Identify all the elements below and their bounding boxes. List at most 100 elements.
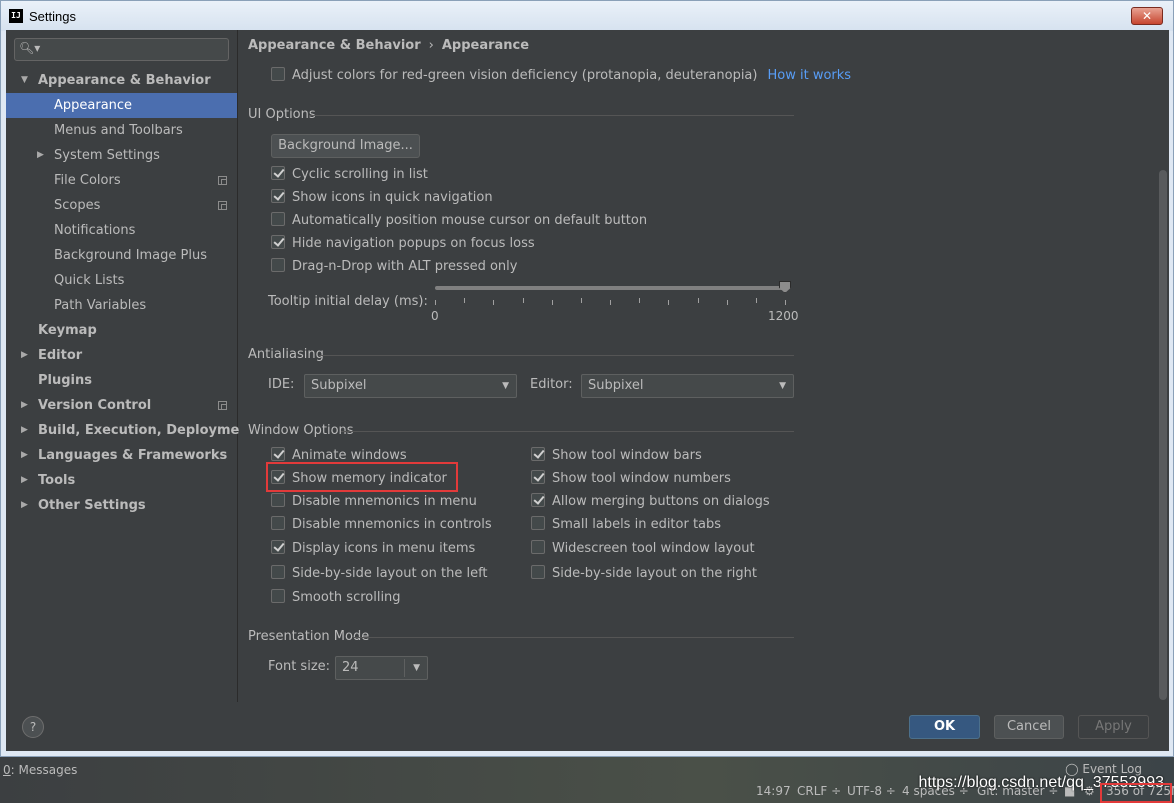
window-option-right-option[interactable]: Allow merging buttons on dialogs <box>531 492 770 512</box>
chevron-right-icon[interactable]: ▶ <box>37 143 44 168</box>
window-option-right-checkbox[interactable] <box>531 470 545 484</box>
window-option-right-checkbox[interactable] <box>531 540 545 554</box>
ui-option-checkbox[interactable] <box>271 258 285 272</box>
chevron-right-icon[interactable]: ▶ <box>21 443 28 468</box>
ui-option-option[interactable]: Drag-n-Drop with ALT pressed only <box>271 257 517 277</box>
project-level-icon <box>218 401 227 410</box>
ide-bottom-area: 0: Messages ◯ Event Log 14:97 CRLF ÷ UTF… <box>0 757 1174 803</box>
window-option-right-checkbox[interactable] <box>531 516 545 530</box>
window-option-left-checkbox[interactable] <box>271 447 285 461</box>
dialog-footer: ? OK Cancel Apply <box>6 702 1169 751</box>
ui-option-checkbox[interactable] <box>271 166 285 180</box>
sidebar-item[interactable]: Menus and Toolbars <box>6 118 237 143</box>
slider-tick <box>435 300 436 305</box>
window-option-right-option[interactable]: Show tool window numbers <box>531 469 731 489</box>
ui-option-checkbox[interactable] <box>271 235 285 249</box>
window-option-left-checkbox[interactable] <box>271 493 285 507</box>
title-bar: IJ Settings ✕ <box>1 1 1173 31</box>
slider-max-label: 1200 <box>768 309 799 323</box>
window-option-left-checkbox[interactable] <box>271 565 285 579</box>
sidebar-item[interactable]: Notifications <box>6 218 237 243</box>
color-deficiency-option[interactable]: Adjust colors for red-green vision defic… <box>271 66 851 86</box>
editor-antialias-select[interactable]: Subpixel ▼ <box>581 374 794 398</box>
sidebar-item[interactable]: Path Variables <box>6 293 237 318</box>
tooltip-delay-slider[interactable] <box>435 286 789 290</box>
apply-button[interactable]: Apply <box>1078 715 1149 739</box>
background-image-button[interactable]: Background Image... <box>271 134 420 158</box>
settings-client-area: 🔍︎▾ ▼ Appearance & Behavior Appearance Menu… <box>6 30 1169 751</box>
window-option-left-checkbox[interactable] <box>271 516 285 530</box>
chevron-right-icon[interactable]: ▶ <box>21 343 28 368</box>
sidebar-item[interactable]: ▶ Editor <box>6 343 237 368</box>
sidebar-item[interactable]: ▼ Appearance & Behavior <box>6 68 237 93</box>
settings-content: Appearance & Behavior › Appearance Adjust … <box>239 30 1169 702</box>
ui-option-option[interactable]: Hide navigation popups on focus loss <box>271 234 535 254</box>
window-option-right-checkbox[interactable] <box>531 493 545 507</box>
chevron-right-icon[interactable]: ▶ <box>21 418 28 443</box>
chevron-right-icon[interactable]: ▶ <box>21 393 28 418</box>
ok-button[interactable]: OK <box>909 715 980 739</box>
ui-option-checkbox[interactable] <box>271 212 285 226</box>
ui-option-label: Automatically position mouse cursor on d… <box>292 213 648 228</box>
window-option-right-checkbox[interactable] <box>531 447 545 461</box>
help-button[interactable]: ? <box>22 716 44 738</box>
sidebar-item-label: Editor <box>38 348 83 363</box>
window-option-right-option[interactable]: Widescreen tool window layout <box>531 539 755 559</box>
ui-option-checkbox[interactable] <box>271 189 285 203</box>
close-window-button[interactable]: ✕ <box>1131 7 1163 25</box>
sidebar-item[interactable]: Appearance <box>6 93 237 118</box>
window-option-right-option[interactable]: Show tool window bars <box>531 446 702 466</box>
window-option-left-option[interactable]: Disable mnemonics in menu <box>271 492 477 512</box>
window-option-left-label: Animate windows <box>292 448 407 463</box>
sidebar-item[interactable]: Plugins <box>6 368 237 393</box>
chevron-right-icon[interactable]: ▶ <box>21 468 28 493</box>
sidebar-item[interactable]: Keymap <box>6 318 237 343</box>
how-it-works-link[interactable]: How it works <box>767 68 851 83</box>
sidebar-item[interactable]: ▶ Other Settings <box>6 493 237 518</box>
window-option-left-option[interactable]: Smooth scrolling <box>271 588 401 608</box>
window-option-left-option[interactable]: Side-by-side layout on the left <box>271 564 488 584</box>
sidebar-item[interactable]: ▶ Tools <box>6 468 237 493</box>
window-title: Settings <box>29 9 76 24</box>
sidebar-item[interactable]: ▶ Version Control <box>6 393 237 418</box>
slider-tick <box>522 298 524 303</box>
ui-option-option[interactable]: Cyclic scrolling in list <box>271 165 428 185</box>
slider-tick <box>610 300 611 305</box>
project-level-icon <box>218 176 227 185</box>
window-option-left-option[interactable]: Display icons in menu items <box>271 539 475 559</box>
chevron-down-icon[interactable]: ▼ <box>21 68 28 93</box>
ide-antialias-select[interactable]: Subpixel ▼ <box>304 374 517 398</box>
sidebar-item[interactable]: Quick Lists <box>6 268 237 293</box>
presentation-mode-divider <box>354 637 794 638</box>
font-size-select[interactable]: 24 ▼ <box>335 656 428 680</box>
window-option-left-checkbox[interactable] <box>271 589 285 603</box>
chevron-down-icon: ▼ <box>502 381 509 391</box>
ui-option-option[interactable]: Show icons in quick navigation <box>271 188 493 208</box>
messages-tool-button[interactable]: 0: Messages <box>3 763 77 777</box>
color-deficiency-checkbox[interactable] <box>271 67 285 81</box>
slider-tick <box>785 300 786 305</box>
window-option-right-checkbox[interactable] <box>531 565 545 579</box>
sidebar-item[interactable]: ▶ System Settings <box>6 143 237 168</box>
line-separator-widget[interactable]: CRLF ÷ <box>797 784 841 798</box>
cancel-button[interactable]: Cancel <box>994 715 1064 739</box>
sidebar-item[interactable]: File Colors <box>6 168 237 193</box>
sidebar-item[interactable]: ▶ Languages & Frameworks <box>6 443 237 468</box>
chevron-down-icon: ▼ <box>413 663 420 673</box>
window-option-left-checkbox[interactable] <box>271 540 285 554</box>
sidebar-item[interactable]: ▶ Build, Execution, Deployment <box>6 418 255 443</box>
content-scrollbar[interactable] <box>1159 170 1167 700</box>
encoding-widget[interactable]: UTF-8 ÷ <box>847 784 896 798</box>
window-option-right-option[interactable]: Small labels in editor tabs <box>531 515 721 535</box>
caret-position[interactable]: 14:97 <box>756 784 791 798</box>
ui-option-option[interactable]: Automatically position mouse cursor on d… <box>271 211 647 231</box>
sidebar-item[interactable]: Scopes <box>6 193 237 218</box>
settings-search-input[interactable]: 🔍︎▾ <box>14 38 229 61</box>
window-option-left-option[interactable]: Disable mnemonics in controls <box>271 515 492 535</box>
tooltip-delay-slider-thumb[interactable] <box>779 281 791 293</box>
breadcrumb-parent[interactable]: Appearance & Behavior <box>248 38 421 53</box>
sidebar-item-label: File Colors <box>54 173 121 188</box>
chevron-right-icon[interactable]: ▶ <box>21 493 28 518</box>
sidebar-item[interactable]: Background Image Plus <box>6 243 237 268</box>
window-option-right-option[interactable]: Side-by-side layout on the right <box>531 564 757 584</box>
